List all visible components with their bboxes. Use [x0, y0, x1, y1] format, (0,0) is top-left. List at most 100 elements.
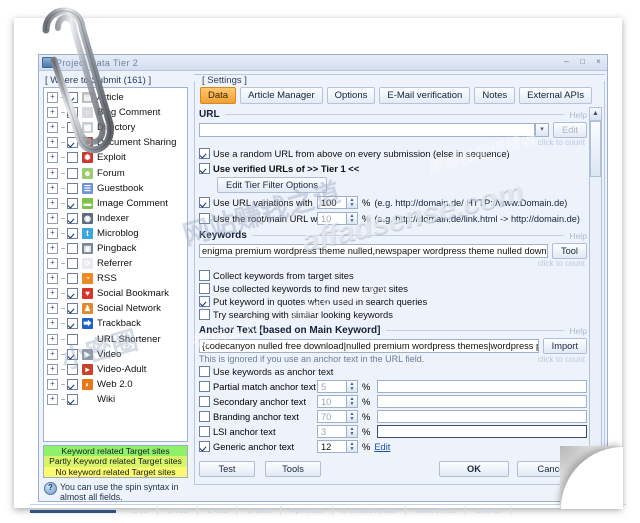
root-url-value[interactable]: 10: [317, 212, 347, 225]
anchor-row-checkbox[interactable]: [199, 441, 210, 452]
expand-icon[interactable]: +: [47, 288, 58, 300]
anchor-row-lsi-anchor-text[interactable]: LSI anchor text 3 ▲ ▼%: [199, 425, 587, 438]
tree-item-checkbox[interactable]: [67, 92, 78, 104]
tree-item-checkbox[interactable]: [67, 273, 78, 285]
stepper-down-icon[interactable]: ▼: [350, 401, 355, 407]
tree-item-checkbox[interactable]: [67, 318, 78, 330]
anchor-row-value[interactable]: 5: [317, 380, 347, 393]
url-input[interactable]: [199, 123, 535, 137]
anchor-row-checkbox[interactable]: [199, 396, 210, 407]
anchor-row-stepper[interactable]: ▲ ▼: [347, 425, 358, 438]
use-keywords-as-anchor-checkbox[interactable]: [199, 366, 210, 377]
root-url-row[interactable]: Use the root/main URL with 10 ▲ ▼ % (e.g…: [199, 212, 587, 225]
anchor-row-stepper[interactable]: ▲ ▼: [347, 410, 358, 423]
anchor-row-value[interactable]: 12: [317, 440, 347, 453]
ok-button[interactable]: OK: [439, 461, 509, 477]
keywords-tool-button[interactable]: Tool: [551, 243, 587, 259]
maximize-icon[interactable]: □: [577, 56, 588, 67]
expand-icon[interactable]: +: [47, 137, 58, 149]
tree-item-checkbox[interactable]: [67, 303, 78, 315]
use-verified-urls-checkbox[interactable]: [199, 163, 210, 174]
keyword-option-row-3[interactable]: Put keyword in quotes when used in searc…: [199, 296, 587, 307]
keywords-help-label[interactable]: Help: [564, 231, 587, 241]
anchor-row-secondary-anchor-text[interactable]: Secondary anchor text 10 ▲ ▼%: [199, 395, 587, 408]
scroll-up-arrow-icon[interactable]: ▲: [590, 108, 601, 121]
anchor-row-value[interactable]: 10: [317, 395, 347, 408]
tab-e-mail-verification[interactable]: E-Mail verification: [379, 87, 471, 104]
tree-item-checkbox[interactable]: [67, 333, 78, 345]
tree-item-checkbox[interactable]: [67, 182, 78, 194]
expand-icon[interactable]: +: [47, 348, 58, 360]
tab-external-apis[interactable]: External APIs: [519, 87, 593, 104]
expand-icon[interactable]: +: [47, 273, 58, 285]
use-random-url-row[interactable]: Use a random URL from above on every sub…: [199, 148, 587, 159]
url-variations-stepper[interactable]: ▲ ▼: [347, 196, 358, 209]
anchor-row-checkbox[interactable]: [199, 381, 210, 392]
anchor-row-checkbox[interactable]: [199, 411, 210, 422]
anchor-row-value[interactable]: 70: [317, 410, 347, 423]
expand-icon[interactable]: +: [47, 378, 58, 390]
expand-icon[interactable]: +: [47, 122, 58, 134]
stepper-down-icon[interactable]: ▼: [350, 446, 355, 452]
tree-item-trackback[interactable]: + ⮕ Trackback: [44, 316, 187, 331]
anchor-text-field[interactable]: [377, 395, 587, 408]
expand-icon[interactable]: +: [47, 242, 58, 254]
url-variations-checkbox[interactable]: [199, 197, 210, 208]
use-keywords-as-anchor-row[interactable]: Use keywords as anchor text: [199, 366, 587, 377]
keyword-option-row-2[interactable]: Use collected keywords to find new targe…: [199, 283, 587, 294]
expand-icon[interactable]: +: [47, 393, 58, 405]
tree-item-document-sharing[interactable]: + ❐ Document Sharing: [44, 135, 187, 150]
url-help-label[interactable]: Help: [564, 110, 587, 120]
expand-icon[interactable]: +: [47, 167, 58, 179]
minimize-icon[interactable]: –: [561, 56, 572, 67]
expand-icon[interactable]: +: [47, 258, 58, 270]
root-url-checkbox[interactable]: [199, 213, 210, 224]
tree-item-wiki[interactable]: + W Wiki: [44, 392, 187, 407]
url-edit-button[interactable]: Edit: [552, 122, 587, 138]
tree-item-pingback[interactable]: + ▣ Pingback: [44, 241, 187, 256]
keywords-input[interactable]: enigma premium wordpress theme nulled,ne…: [199, 244, 548, 258]
tree-item-url-shortener[interactable]: + » URL Shortener: [44, 332, 187, 347]
tree-item-forum[interactable]: + ☻ Forum: [44, 165, 187, 180]
root-url-stepper[interactable]: ▲ ▼: [347, 212, 358, 225]
tab-notes[interactable]: Notes: [474, 87, 516, 104]
keyword-option-checkbox[interactable]: [199, 283, 210, 294]
keyword-option-row-4[interactable]: Try searching with similar looking keywo…: [199, 309, 587, 320]
url-dropdown-arrow-icon[interactable]: ▾: [534, 123, 549, 137]
tree-item-rss[interactable]: + ◔ RSS: [44, 271, 187, 286]
tree-item-checkbox[interactable]: [67, 197, 78, 209]
url-variations-row[interactable]: Use URL variations with 100 ▲ ▼ % (e.g. …: [199, 196, 587, 209]
tree-item-checkbox[interactable]: [67, 107, 78, 119]
tree-item-checkbox[interactable]: [67, 363, 78, 375]
tree-item-checkbox[interactable]: [67, 258, 78, 270]
settings-tabs[interactable]: Data Article Manager Options E-Mail verific…: [195, 81, 604, 104]
tab-data[interactable]: Data: [200, 87, 237, 104]
expand-icon[interactable]: +: [47, 197, 58, 209]
tree-item-web-2-0[interactable]: + ◐ Web 2.0: [44, 377, 187, 392]
anchor-import-button[interactable]: Import: [542, 338, 587, 354]
window-controls[interactable]: – □ ×: [561, 56, 604, 67]
keyword-option-row-1[interactable]: Collect keywords from target sites: [199, 270, 587, 281]
anchor-row-stepper[interactable]: ▲ ▼: [347, 395, 358, 408]
tree-item-exploit[interactable]: + ✹ Exploit: [44, 150, 187, 165]
tree-item-checkbox[interactable]: [67, 242, 78, 254]
tree-item-social-bookmark[interactable]: + ♥ Social Bookmark: [44, 286, 187, 301]
tree-item-indexer[interactable]: + ◉ Indexer: [44, 211, 187, 226]
tree-item-checkbox[interactable]: [67, 378, 78, 390]
expand-icon[interactable]: +: [47, 318, 58, 330]
expand-icon[interactable]: +: [47, 227, 58, 239]
anchor-text-field[interactable]: [377, 410, 587, 423]
expand-icon[interactable]: +: [47, 182, 58, 194]
tree-item-checkbox[interactable]: [67, 288, 78, 300]
stepper-down-icon[interactable]: ▼: [350, 431, 355, 437]
stepper-down-icon[interactable]: ▼: [350, 386, 355, 392]
anchor-row-generic-anchor-text[interactable]: Generic anchor text 12 ▲ ▼% Edit: [199, 440, 587, 453]
use-verified-urls-row[interactable]: Use verified URLs of >> Tier 1 <<: [199, 163, 587, 174]
tree-item-checkbox[interactable]: [67, 212, 78, 224]
expand-icon[interactable]: +: [47, 152, 58, 164]
submit-target-tree[interactable]: + ▤ Article + ○ Blog Comment + ▦ Directory + ❐ Docu…: [43, 87, 188, 442]
anchor-row-partial-match-anchor-text[interactable]: Partial match anchor text 5 ▲ ▼%: [199, 380, 587, 393]
keyword-option-checkbox[interactable]: [199, 270, 210, 281]
tree-item-video-adult[interactable]: + ▸ Video-Adult: [44, 362, 187, 377]
expand-icon[interactable]: +: [47, 303, 58, 315]
